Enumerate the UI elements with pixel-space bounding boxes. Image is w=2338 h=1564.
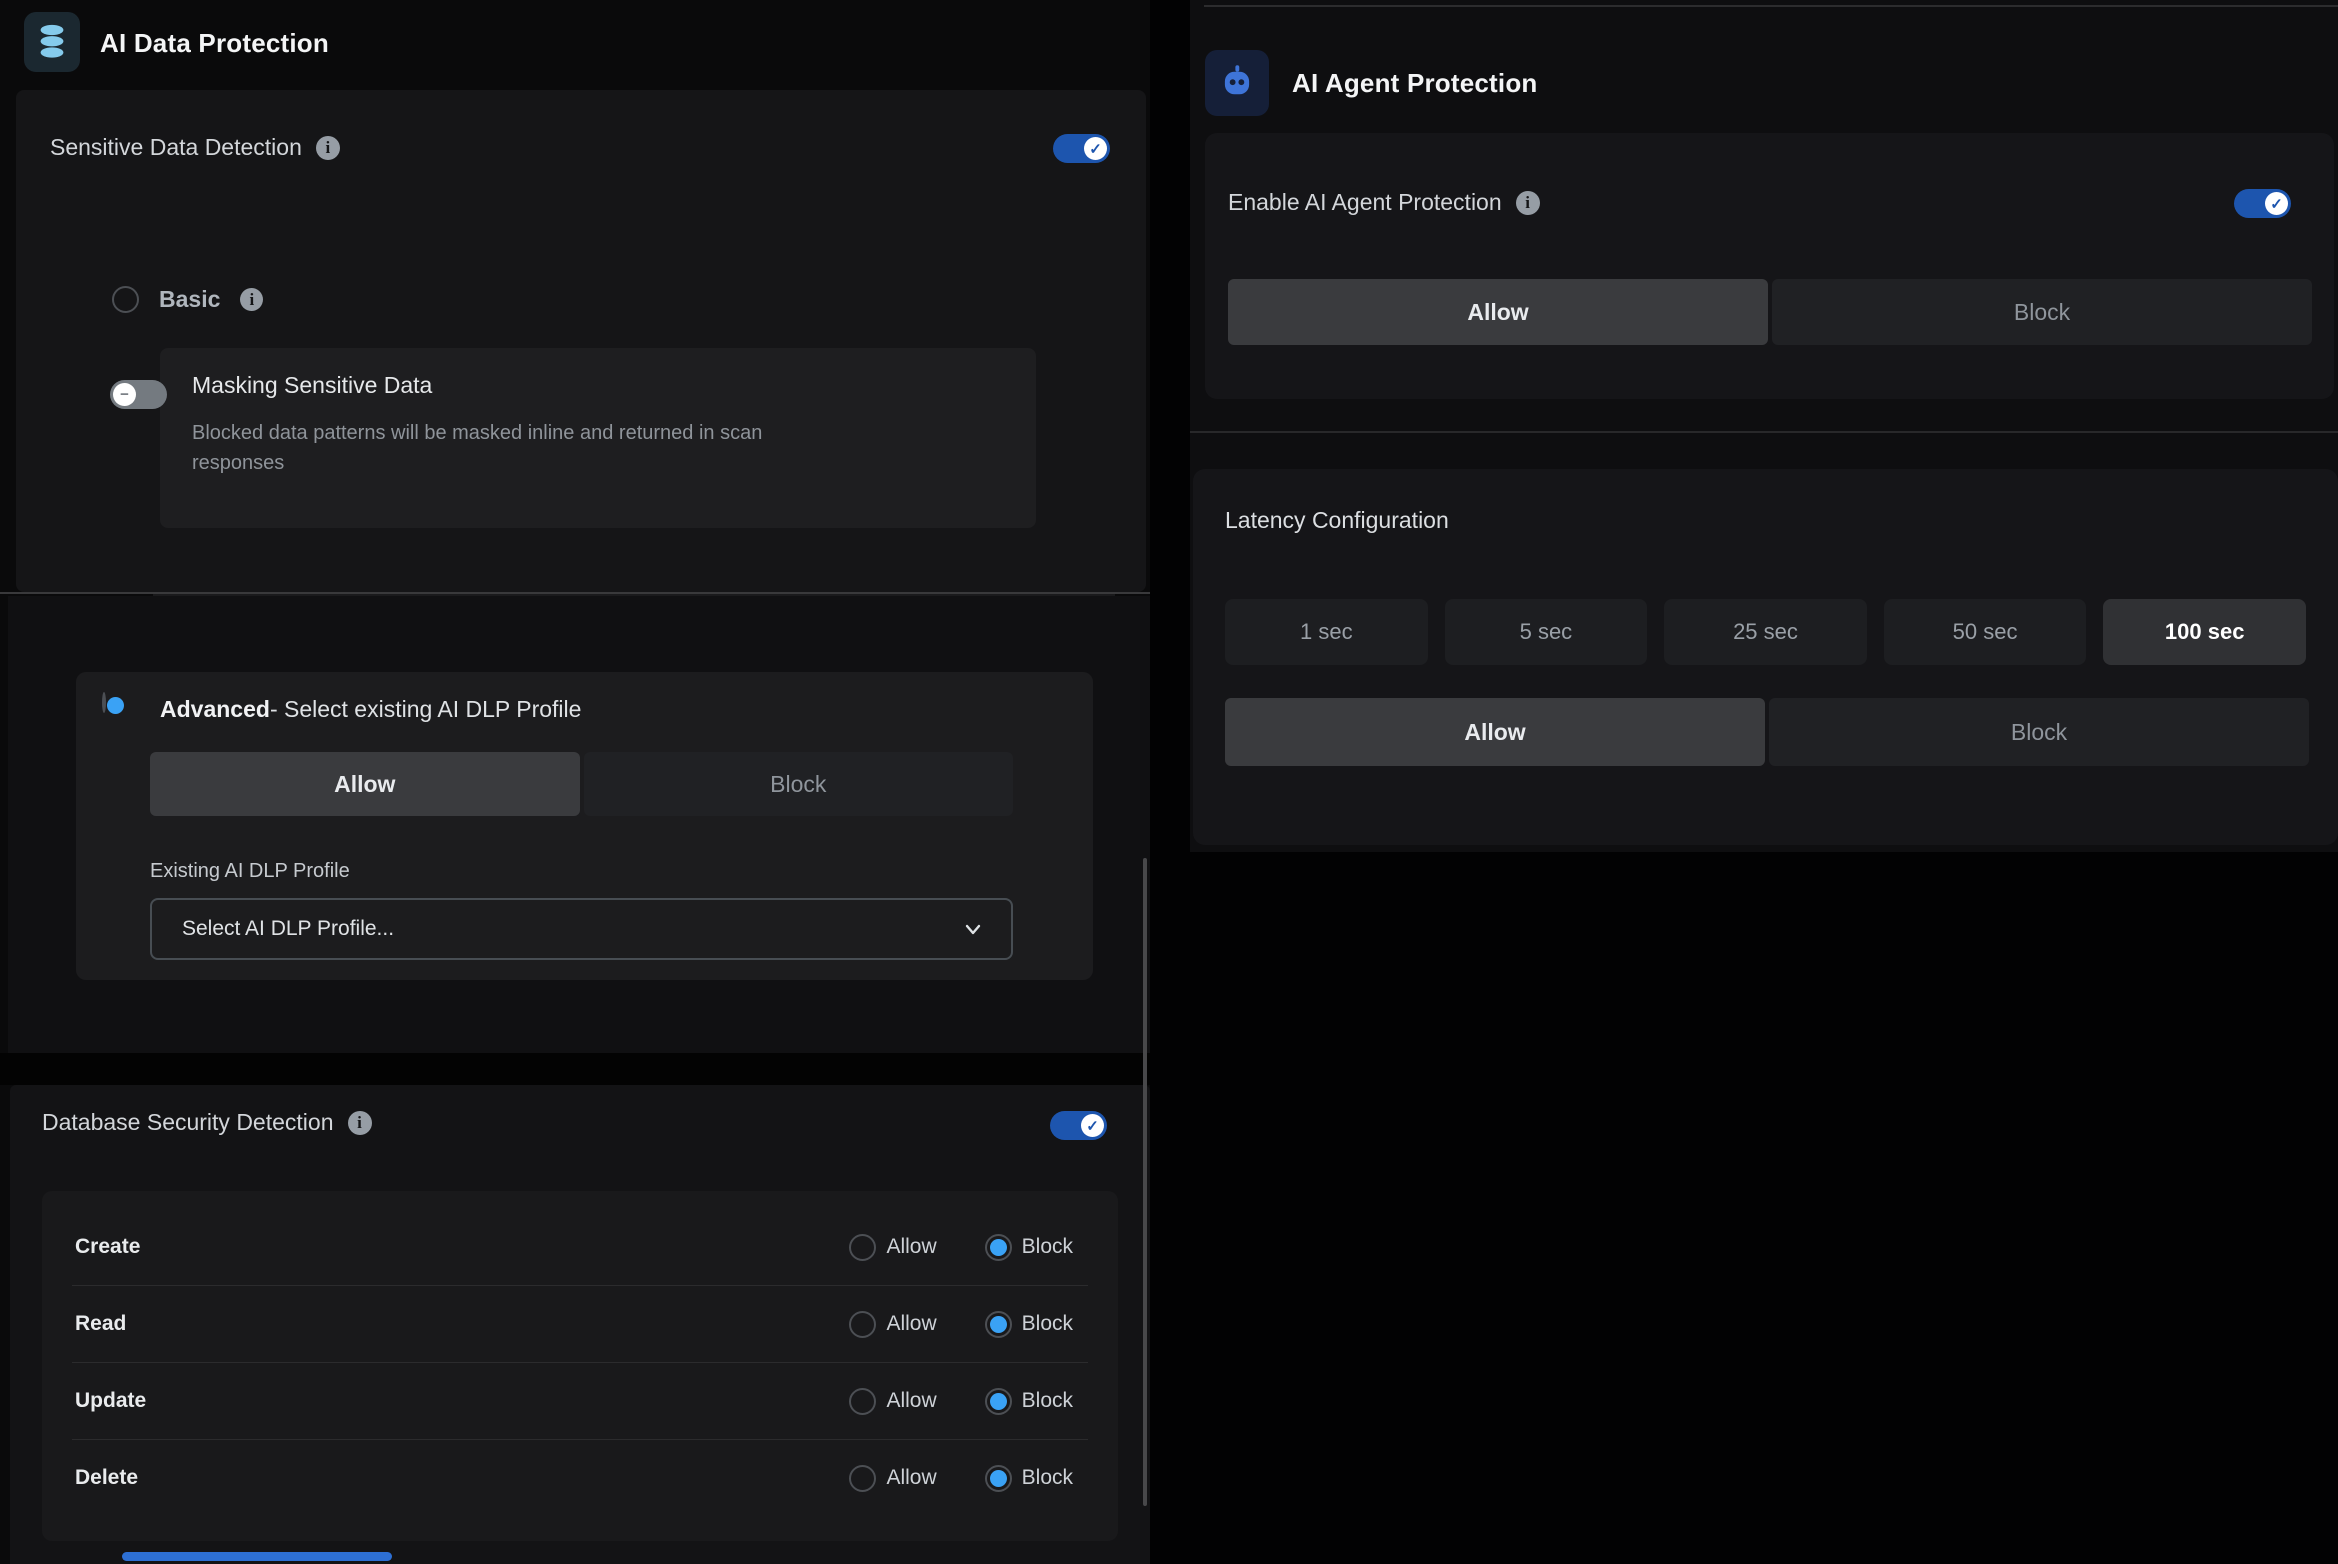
- latency-option-25sec[interactable]: 25 sec: [1664, 599, 1867, 665]
- info-icon[interactable]: [348, 1111, 372, 1135]
- basic-radio-label: Basic: [159, 286, 220, 313]
- table-row-update: Update Allow Block: [42, 1363, 1118, 1439]
- toggle-check-icon: [1081, 1114, 1104, 1137]
- panel-top-divider: [1204, 5, 2338, 7]
- enable-agent-protection-card: Enable AI Agent Protection Allow Block: [1205, 133, 2334, 399]
- advanced-radio-sublabel: - Select existing AI DLP Profile: [270, 696, 582, 722]
- crud-permissions-card: Create Allow Block Read Allow Block: [42, 1191, 1118, 1541]
- allow-radio-label: Allow: [886, 1389, 936, 1413]
- ai-dlp-profile-select-value: Select AI DLP Profile...: [182, 917, 961, 941]
- database-security-toggle[interactable]: [1050, 1111, 1107, 1140]
- section-gap: [0, 1053, 1150, 1085]
- allow-radio[interactable]: [849, 1465, 876, 1492]
- latency-configuration-card: Latency Configuration 1 sec 5 sec 25 sec…: [1193, 469, 2338, 845]
- masking-sensitive-data-card: Masking Sensitive Data Blocked data patt…: [160, 348, 1036, 528]
- page-title: AI Data Protection: [100, 28, 329, 59]
- table-row-read: Read Allow Block: [42, 1286, 1118, 1362]
- allow-radio-label: Allow: [886, 1466, 936, 1490]
- advanced-section: Advanced- Select existing AI DLP Profile…: [8, 596, 1150, 1053]
- info-icon[interactable]: [240, 288, 263, 311]
- allow-radio[interactable]: [849, 1311, 876, 1338]
- sensitive-data-detection-section: Sensitive Data Detection Basic Masking S…: [16, 90, 1146, 592]
- row-label: Read: [75, 1312, 126, 1336]
- advanced-radio[interactable]: [102, 692, 106, 713]
- allow-radio[interactable]: [849, 1388, 876, 1415]
- ai-dlp-profile-select[interactable]: Select AI DLP Profile...: [150, 898, 1013, 960]
- block-radio[interactable]: [985, 1465, 1012, 1492]
- block-button[interactable]: Block: [584, 752, 1014, 816]
- latency-option-50sec[interactable]: 50 sec: [1884, 599, 2087, 665]
- latency-options: 1 sec 5 sec 25 sec 50 sec 100 sec: [1225, 599, 2306, 665]
- vertical-scrollbar[interactable]: [1143, 858, 1147, 1506]
- latency-action-segmented: Allow Block: [1225, 698, 2309, 766]
- robot-icon: [1205, 50, 1269, 116]
- panel-mid-divider: [1190, 431, 2338, 433]
- block-radio-label: Block: [1022, 1466, 1073, 1490]
- row-label: Create: [75, 1235, 140, 1259]
- ai-agent-protection-panel: AI Agent Protection Enable AI Agent Prot…: [1190, 0, 2338, 852]
- block-radio[interactable]: [985, 1234, 1012, 1261]
- masking-title: Masking Sensitive Data: [192, 372, 432, 399]
- advanced-radio-label: Advanced: [160, 696, 270, 722]
- horizontal-scrollbar-thumb[interactable]: [122, 1552, 392, 1561]
- allow-radio-label: Allow: [886, 1312, 936, 1336]
- table-row-create: Create Allow Block: [42, 1209, 1118, 1285]
- advanced-card: Advanced- Select existing AI DLP Profile…: [76, 672, 1093, 980]
- info-icon[interactable]: [316, 136, 340, 160]
- agent-action-segmented: Allow Block: [1228, 279, 2312, 345]
- allow-radio[interactable]: [849, 1234, 876, 1261]
- block-button[interactable]: Block: [1769, 698, 2309, 766]
- latency-option-1sec[interactable]: 1 sec: [1225, 599, 1428, 665]
- block-radio[interactable]: [985, 1311, 1012, 1338]
- block-radio[interactable]: [985, 1388, 1012, 1415]
- chevron-down-icon: [961, 917, 985, 941]
- advanced-action-segmented: Allow Block: [150, 752, 1013, 816]
- existing-profile-label: Existing AI DLP Profile: [150, 860, 350, 883]
- block-radio-label: Block: [1022, 1235, 1073, 1259]
- allow-radio-label: Allow: [886, 1235, 936, 1259]
- latency-option-100sec[interactable]: 100 sec: [2103, 599, 2306, 665]
- row-label: Delete: [75, 1466, 138, 1490]
- masking-toggle[interactable]: [110, 380, 167, 409]
- table-row-delete: Delete Allow Block: [42, 1440, 1118, 1516]
- database-icon: [24, 12, 80, 72]
- masking-description: Blocked data patterns will be masked inl…: [192, 418, 832, 478]
- allow-button[interactable]: Allow: [1228, 279, 1768, 345]
- row-label: Update: [75, 1389, 146, 1413]
- allow-button[interactable]: Allow: [1225, 698, 1765, 766]
- block-radio-label: Block: [1022, 1389, 1073, 1413]
- block-button[interactable]: Block: [1772, 279, 2312, 345]
- toggle-minus-icon: [113, 383, 136, 406]
- toggle-check-icon: [1084, 137, 1107, 160]
- enable-agent-protection-toggle[interactable]: [2234, 189, 2291, 218]
- sensitive-data-detection-toggle[interactable]: [1053, 134, 1110, 163]
- block-radio-label: Block: [1022, 1312, 1073, 1336]
- basic-radio[interactable]: [112, 286, 139, 313]
- enable-agent-protection-label: Enable AI Agent Protection: [1228, 189, 1502, 216]
- toggle-check-icon: [2265, 192, 2288, 215]
- database-icon-glyph: [34, 22, 70, 62]
- info-icon[interactable]: [1516, 191, 1540, 215]
- database-security-section: Database Security Detection Create Allow…: [10, 1085, 1150, 1564]
- sensitive-data-detection-label: Sensitive Data Detection: [50, 134, 302, 161]
- page-title: AI Agent Protection: [1292, 68, 1538, 99]
- latency-configuration-title: Latency Configuration: [1225, 507, 1449, 534]
- latency-option-5sec[interactable]: 5 sec: [1445, 599, 1648, 665]
- allow-button[interactable]: Allow: [150, 752, 580, 816]
- robot-icon-glyph: [1217, 62, 1257, 104]
- database-security-label: Database Security Detection: [42, 1109, 334, 1136]
- ai-data-protection-panel: AI Data Protection Sensitive Data Detect…: [0, 0, 1150, 1564]
